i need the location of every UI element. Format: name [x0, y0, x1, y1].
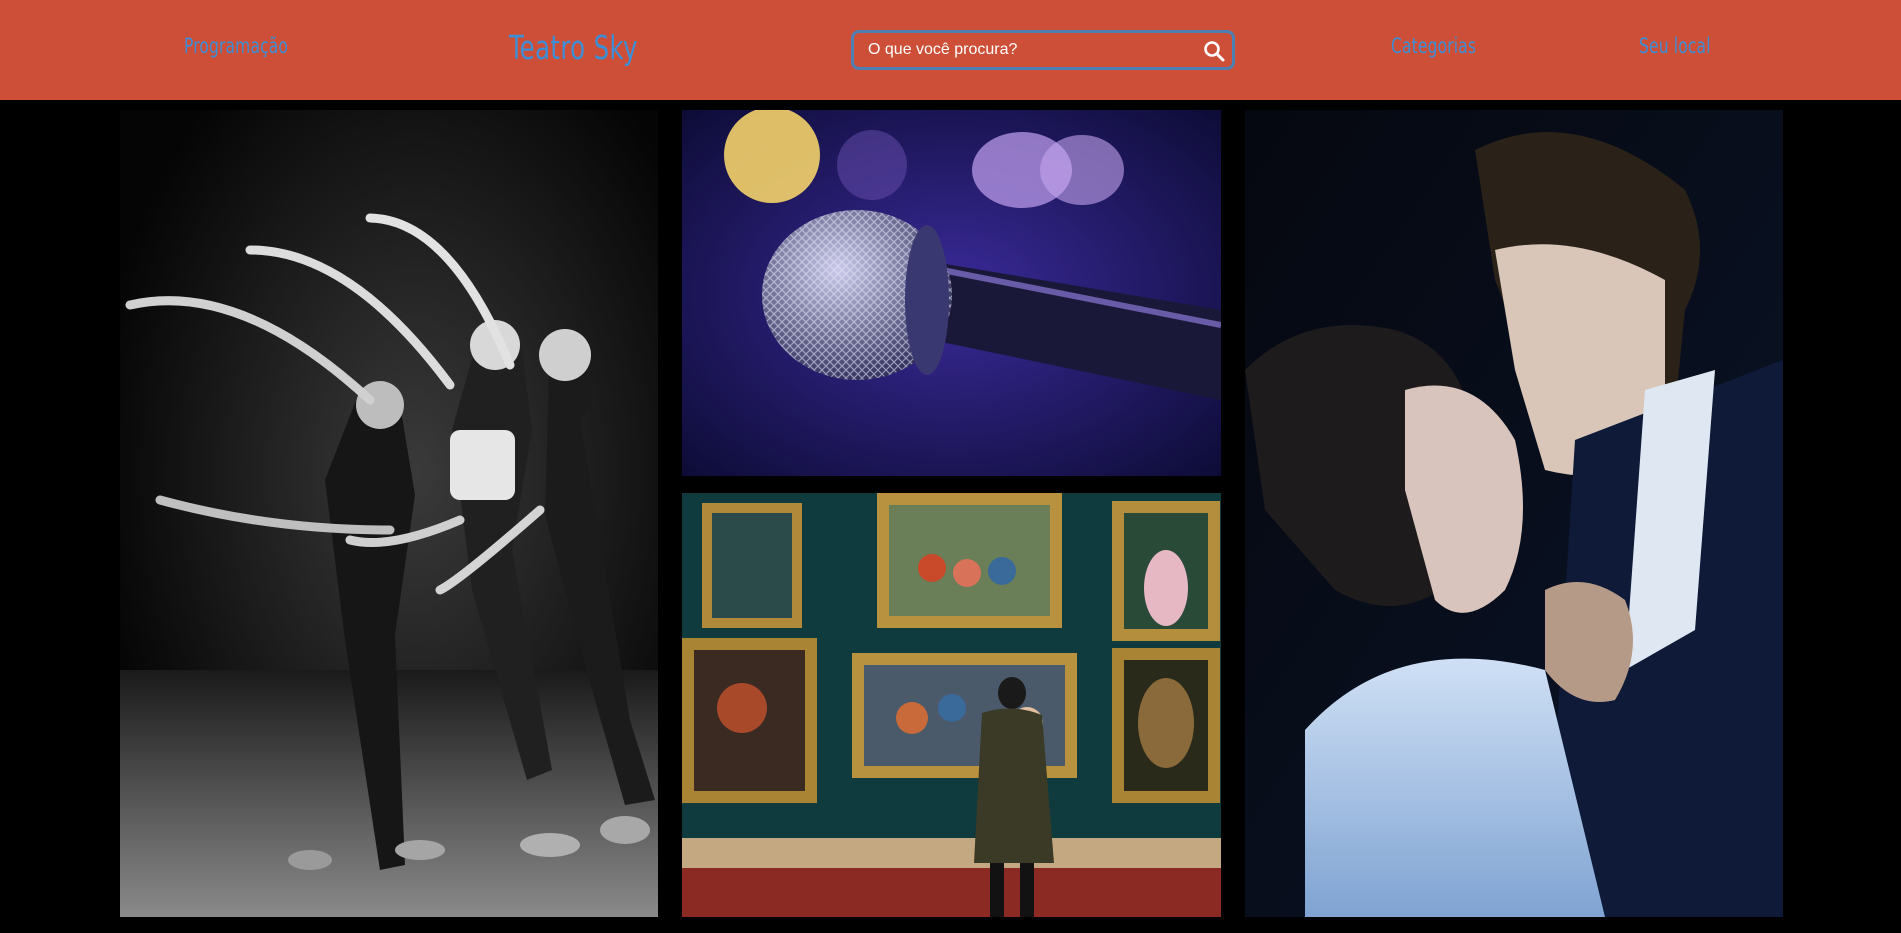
dance-performance-image[interactable] [120, 110, 658, 917]
microphone-image[interactable] [682, 110, 1221, 476]
search-icon[interactable] [1202, 39, 1226, 63]
theatre-couple-image[interactable] [1245, 110, 1783, 917]
top-navigation-bar: Programação Teatro Sky Categorias Seu lo… [0, 0, 1901, 100]
nav-link-seu-local[interactable]: Seu local [1639, 34, 1711, 58]
brand-logo-text[interactable]: Teatro Sky [509, 28, 638, 67]
nav-link-programacao[interactable]: Programação [184, 34, 288, 58]
nav-link-categorias[interactable]: Categorias [1391, 34, 1476, 58]
art-gallery-image[interactable] [682, 493, 1221, 917]
search-input[interactable] [868, 37, 1188, 63]
search-bar [851, 30, 1235, 70]
